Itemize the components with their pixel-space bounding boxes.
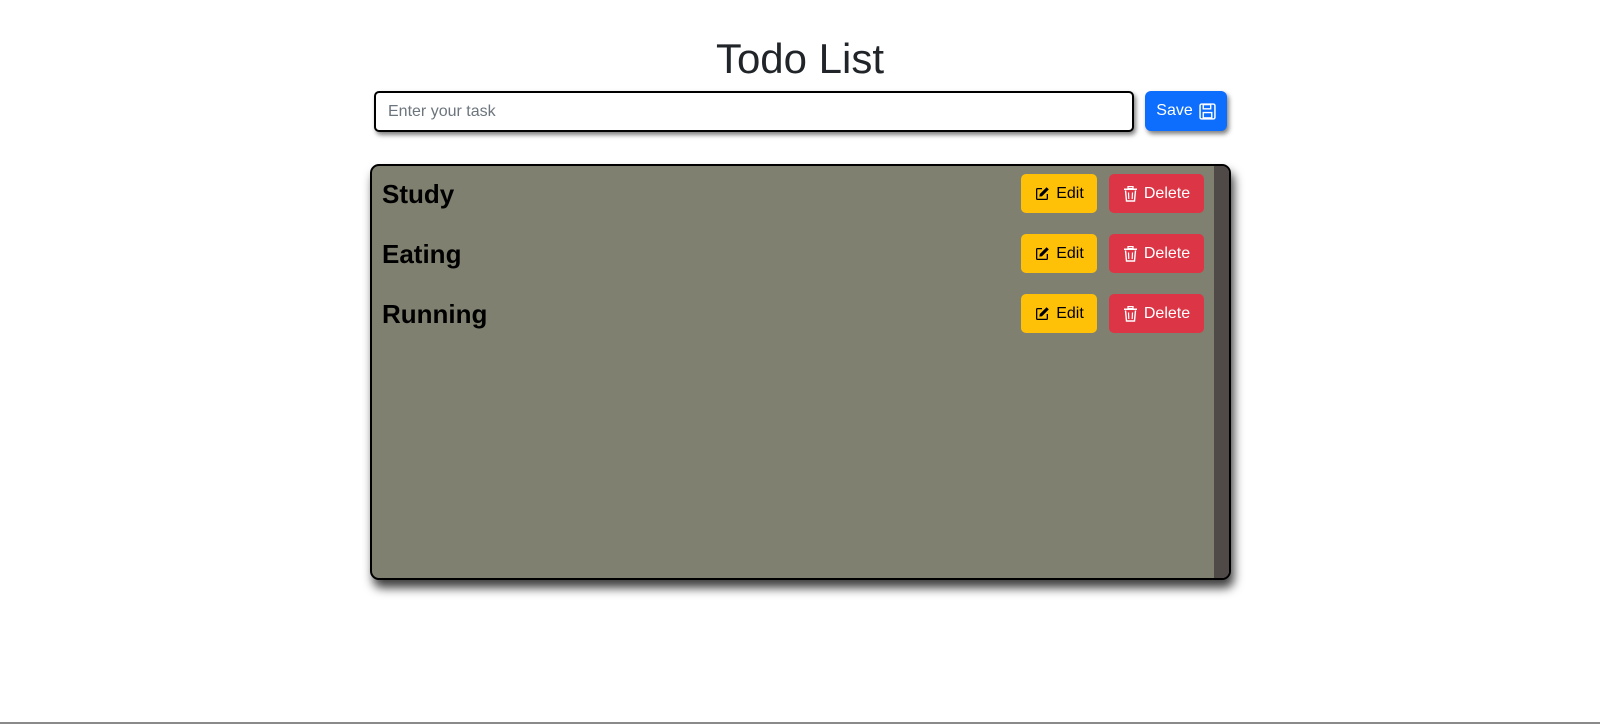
trash-icon <box>1123 305 1138 322</box>
task-input[interactable] <box>374 91 1134 132</box>
pencil-square-icon <box>1034 306 1050 322</box>
trash-icon <box>1123 245 1138 262</box>
todo-text: Eating <box>382 239 462 269</box>
edit-button[interactable]: Edit <box>1021 174 1097 213</box>
scrollbar[interactable] <box>1214 166 1229 578</box>
pencil-square-icon <box>1034 186 1050 202</box>
delete-label: Delete <box>1143 244 1191 262</box>
page-title: Todo List <box>715 35 885 82</box>
todo-item: Study Edit Delete <box>372 174 1215 214</box>
todo-text: Study <box>382 179 455 209</box>
edit-label: Edit <box>1056 184 1084 202</box>
delete-button[interactable]: Delete <box>1109 234 1204 273</box>
trash-icon <box>1123 185 1138 202</box>
delete-label: Delete <box>1143 304 1191 322</box>
edit-button[interactable]: Edit <box>1021 294 1097 333</box>
todo-item: Running Edit Delete <box>372 294 1215 334</box>
delete-button[interactable]: Delete <box>1109 174 1204 213</box>
save-button[interactable]: Save <box>1145 91 1227 131</box>
todo-item: Eating Edit Delete <box>372 234 1215 274</box>
pencil-square-icon <box>1034 246 1050 262</box>
edit-label: Edit <box>1056 304 1084 322</box>
delete-button[interactable]: Delete <box>1109 294 1204 333</box>
edit-label: Edit <box>1056 244 1084 262</box>
save-label: Save <box>1156 102 1193 119</box>
floppy-disk-icon <box>1199 102 1216 120</box>
edit-button[interactable]: Edit <box>1021 234 1097 273</box>
todo-list-panel: Study Edit Delete Eating Edit Delete Run… <box>370 164 1231 580</box>
delete-label: Delete <box>1143 184 1191 202</box>
todo-text: Running <box>382 299 488 329</box>
